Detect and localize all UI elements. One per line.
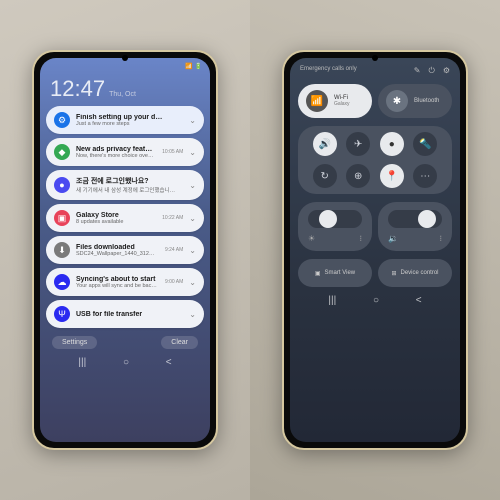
front-camera (372, 55, 378, 61)
notification-card[interactable]: ● 조금 전에 로그인했나요?새 기기에서 내 삼성 계정에 로그인했습니… ⌄ (46, 170, 204, 200)
nav-bar[interactable]: ||| ○ < (40, 353, 210, 371)
app-icon: ⬇ (54, 242, 70, 258)
back-icon: < (416, 295, 422, 306)
volume-icon: 🔉 (388, 234, 398, 243)
edit-icon[interactable]: ✎ (414, 66, 421, 76)
app-icon: Ψ (54, 306, 70, 322)
qs-wide-smart-view[interactable]: ▣Smart View (298, 259, 372, 287)
app-icon: ⚙ (54, 112, 70, 128)
notification-card[interactable]: ▣ Galaxy Store8 updates available 10:22 … (46, 204, 204, 232)
home-icon: ○ (123, 357, 129, 368)
phone-left: 📶 🔋 12:47 Thu, Oct ⚙ Finish setting up y… (32, 50, 218, 450)
brightness-icon: ☀ (308, 234, 315, 243)
clear-button[interactable]: Clear (161, 336, 198, 349)
chevron-down-icon: ⌄ (189, 214, 196, 223)
chevron-down-icon: ⌄ (189, 278, 196, 287)
qs-toggle[interactable]: ⊕ (346, 164, 370, 188)
settings-icon[interactable]: ⚙ (443, 66, 450, 76)
qs-tile-bluetooth[interactable]: ✱Bluetooth (378, 84, 452, 118)
notif-settings-button[interactable]: Settings (52, 336, 97, 349)
notification-card[interactable]: ☁ Syncing's about to startYour apps will… (46, 268, 204, 296)
qs-wide-device-control[interactable]: ⊞Device control (378, 259, 452, 287)
app-icon: ☁ (54, 274, 70, 290)
qs-toggle[interactable]: ✈ (346, 132, 370, 156)
recents-icon: ||| (328, 295, 336, 306)
front-camera (122, 55, 128, 61)
qs-toggle[interactable]: ● (380, 132, 404, 156)
app-icon: ▣ (54, 210, 70, 226)
back-icon: < (166, 357, 172, 368)
nav-bar[interactable]: ||| ○ < (290, 291, 460, 309)
notification-card[interactable]: ◆ New ads privacy featur…Now, there's mo… (46, 138, 204, 166)
chevron-down-icon: ⌄ (189, 310, 196, 319)
qs-tile-wi-fi[interactable]: 📶Wi-FiGalaxy (298, 84, 372, 118)
qs-toggle[interactable]: 📍 (380, 164, 404, 188)
notification-list: ⚙ Finish setting up your d…Just a few mo… (40, 104, 210, 330)
volume-slider[interactable]: 🔉⁝ (378, 202, 452, 251)
lock-clock: 12:47 Thu, Oct (40, 74, 210, 104)
qs-toggle[interactable]: ↻ (313, 164, 337, 188)
qs-toggle[interactable]: ⋯ (413, 164, 437, 188)
notification-card[interactable]: ⬇ Files downloadedSDC24_Wallpaper_1440_3… (46, 236, 204, 264)
qs-header: Emergency calls only ✎ ⏻ ⚙ (290, 58, 460, 80)
phone-right: Emergency calls only ✎ ⏻ ⚙ 📶Wi-FiGalaxy✱… (282, 50, 468, 450)
chevron-down-icon: ⌄ (189, 148, 196, 157)
chevron-down-icon: ⌄ (189, 181, 196, 190)
chevron-down-icon: ⌄ (189, 246, 196, 255)
brightness-slider[interactable]: ☀⁝ (298, 202, 372, 251)
notification-card[interactable]: Ψ USB for file transfer ⌄ (46, 300, 204, 328)
notification-card[interactable]: ⚙ Finish setting up your d…Just a few mo… (46, 106, 204, 134)
qs-toggle[interactable]: 🔦 (413, 132, 437, 156)
qs-toggle[interactable]: 🔊 (313, 132, 337, 156)
home-icon: ○ (373, 295, 379, 306)
chevron-down-icon: ⌄ (189, 116, 196, 125)
power-icon[interactable]: ⏻ (429, 66, 435, 76)
app-icon: ● (54, 177, 70, 193)
quick-settings-grid: 🔊 ✈ ● 🔦 ↻ ⊕ 📍 ⋯ (298, 126, 452, 194)
app-icon: ◆ (54, 144, 70, 160)
recents-icon: ||| (78, 357, 86, 368)
